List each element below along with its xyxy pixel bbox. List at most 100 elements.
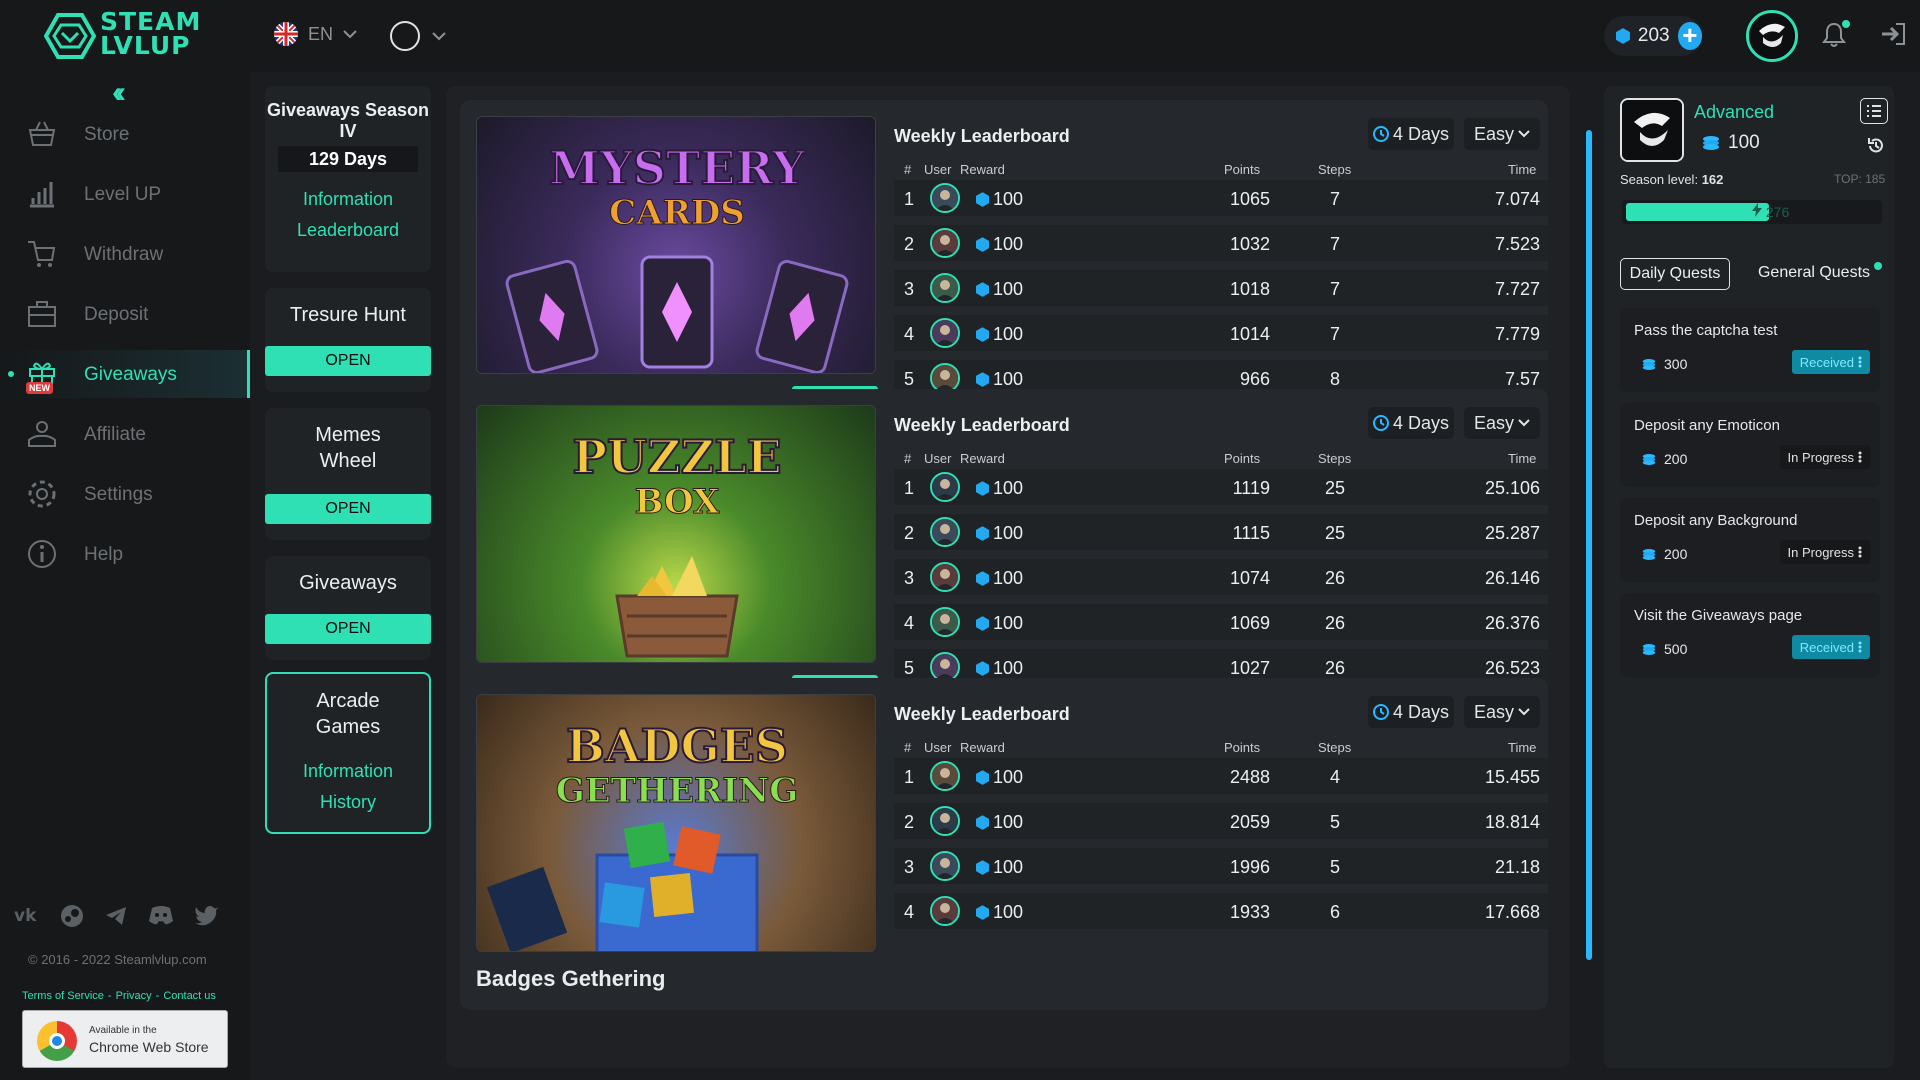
leaderboard-row: 3 100 1996 5 21.18	[894, 848, 1548, 884]
sidebar-item-settings[interactable]: Settings	[0, 470, 250, 518]
collapse-sidebar-button[interactable]: ‹‹	[112, 76, 126, 110]
user-avatar-icon	[932, 275, 958, 301]
arcade-games-card: Arcade Games Information History	[265, 672, 431, 834]
row-reward: 100	[976, 767, 1023, 788]
season-progress-bar: 276	[1622, 200, 1882, 224]
game-cover-image[interactable]: BADGES GETHERING	[476, 694, 876, 952]
row-user-avatar[interactable]	[930, 472, 960, 502]
scrollbar[interactable]	[1586, 130, 1592, 960]
season-level-prefix: Season level:	[1620, 172, 1699, 187]
sidebar-item-deposit[interactable]: Deposit	[0, 290, 250, 338]
arcade-games-list: MYSTERYCARDSMystery Cards1PlayWeekly Lea…	[446, 86, 1570, 1068]
row-points: 1018	[1229, 279, 1270, 299]
tab-daily-quests[interactable]: Daily Quests	[1620, 258, 1730, 290]
arcade-history-link[interactable]: History	[267, 787, 429, 818]
profile-avatar[interactable]	[1620, 98, 1684, 162]
difficulty-select[interactable]: Easy	[1464, 696, 1540, 728]
rank-coins-value: 100	[1728, 132, 1760, 153]
giveaways-open-button[interactable]: OPEN	[265, 614, 431, 644]
row-user-avatar[interactable]	[930, 517, 960, 547]
language-selector[interactable]: EN	[274, 22, 357, 46]
row-user-avatar[interactable]	[930, 318, 960, 348]
row-user-avatar[interactable]	[930, 806, 960, 836]
notifications-button[interactable]	[1822, 20, 1850, 53]
chrome-web-store-badge[interactable]: Available in the Chrome Web Store	[22, 1010, 228, 1068]
discord-icon[interactable]	[148, 904, 174, 926]
row-user-avatar[interactable]	[930, 183, 960, 213]
sidebar-item-help[interactable]: Help	[0, 530, 250, 578]
privacy-link[interactable]: Privacy	[116, 990, 152, 1002]
row-steps: 26	[1324, 658, 1346, 678]
row-steps: 25	[1324, 478, 1346, 498]
row-steps: 7	[1329, 279, 1340, 299]
row-points: 1027	[1229, 658, 1270, 678]
quest-status-button[interactable]: Received	[1791, 350, 1870, 374]
row-user-avatar[interactable]	[930, 607, 960, 637]
gem-icon	[976, 192, 989, 207]
col-points: Points	[1224, 740, 1261, 755]
row-user-avatar[interactable]	[930, 851, 960, 881]
add-funds-button[interactable]: +	[1677, 22, 1702, 50]
steam-icon[interactable]	[60, 904, 84, 928]
season-leaderboard-link[interactable]: Leaderboard	[265, 215, 431, 246]
sidebar-item-level-up[interactable]: Level UP	[0, 170, 250, 218]
memes-wheel-open-button[interactable]: OPEN	[265, 494, 431, 524]
arcade-game-card: BADGES GETHERING Badges Gethering Weekly Le…	[460, 678, 1548, 1010]
game-cover-image[interactable]: MYSTERY CARDS	[476, 116, 876, 374]
game-cover-image[interactable]: PUZZLE BOX	[476, 405, 876, 663]
arcade-information-link[interactable]: Information	[267, 756, 429, 787]
user-avatar[interactable]	[1746, 10, 1798, 62]
row-user-avatar[interactable]	[930, 273, 960, 303]
sidebar-item-label: Help	[84, 544, 124, 565]
twitter-icon[interactable]	[194, 904, 220, 926]
sidebar-item-giveaways[interactable]: NEW Giveaways	[0, 350, 250, 398]
row-points: 1115	[1232, 523, 1270, 543]
row-rank: 1	[904, 767, 915, 787]
gem-icon	[1616, 28, 1630, 44]
quest-title: Visit the Giveaways page	[1634, 607, 1803, 624]
row-points: 1119	[1232, 478, 1270, 498]
theme-selector[interactable]	[390, 21, 446, 51]
col-user: User	[924, 162, 952, 177]
quest-title: Pass the captcha test	[1634, 322, 1778, 339]
row-reward-value: 100	[993, 902, 1024, 922]
row-time: 26.376	[1484, 613, 1540, 633]
logo[interactable]: STEAM LVLUP	[40, 9, 210, 62]
language-label: EN	[308, 23, 334, 44]
vk-icon[interactable]: vk	[14, 904, 40, 926]
contact-link[interactable]: Contact us	[163, 990, 216, 1002]
row-user-avatar[interactable]	[930, 761, 960, 791]
telegram-icon[interactable]	[104, 904, 128, 928]
days-remaining-value: 4 Days	[1392, 701, 1450, 722]
notification-dot	[1842, 20, 1850, 28]
treasure-hunt-open-button[interactable]: OPEN	[265, 346, 431, 376]
quest-status-button[interactable]: Received	[1791, 635, 1870, 659]
difficulty-select[interactable]: Easy	[1464, 118, 1540, 150]
row-user-avatar[interactable]	[930, 562, 960, 592]
row-points: 1996	[1229, 857, 1270, 877]
difficulty-select[interactable]: Easy	[1464, 407, 1540, 439]
row-reward-value: 100	[993, 189, 1024, 209]
cover-art-icon	[486, 821, 759, 951]
sidebar-item-store[interactable]: Store	[0, 110, 250, 158]
quest-list-button[interactable]	[1860, 98, 1888, 124]
sidebar-item-label: Store	[84, 124, 130, 145]
row-steps: 7	[1329, 234, 1340, 254]
tab-general-quests[interactable]: General Quests	[1754, 258, 1882, 290]
row-user-avatar[interactable]	[930, 896, 960, 926]
quest-status-button[interactable]: In Progress	[1779, 540, 1870, 564]
difficulty-value: Easy	[1473, 701, 1515, 722]
history-button[interactable]	[1866, 136, 1886, 161]
balance-widget: 203 +	[1604, 16, 1702, 56]
copyright-text: © 2016 - 2022 Steamlvlup.com	[28, 952, 207, 967]
quest-status-button[interactable]: In Progress	[1779, 445, 1870, 469]
sidebar-item-withdraw[interactable]: Withdraw	[0, 230, 250, 278]
coins-icon	[1642, 453, 1656, 465]
logo-text: STEAM LVLUP	[100, 9, 201, 58]
user-avatar-icon	[932, 808, 958, 834]
terms-link[interactable]: Terms of Service	[22, 990, 104, 1002]
logout-button[interactable]	[1880, 22, 1906, 51]
sidebar-item-affiliate[interactable]: Affiliate	[0, 410, 250, 458]
row-user-avatar[interactable]	[930, 228, 960, 258]
season-information-link[interactable]: Information	[265, 184, 431, 215]
